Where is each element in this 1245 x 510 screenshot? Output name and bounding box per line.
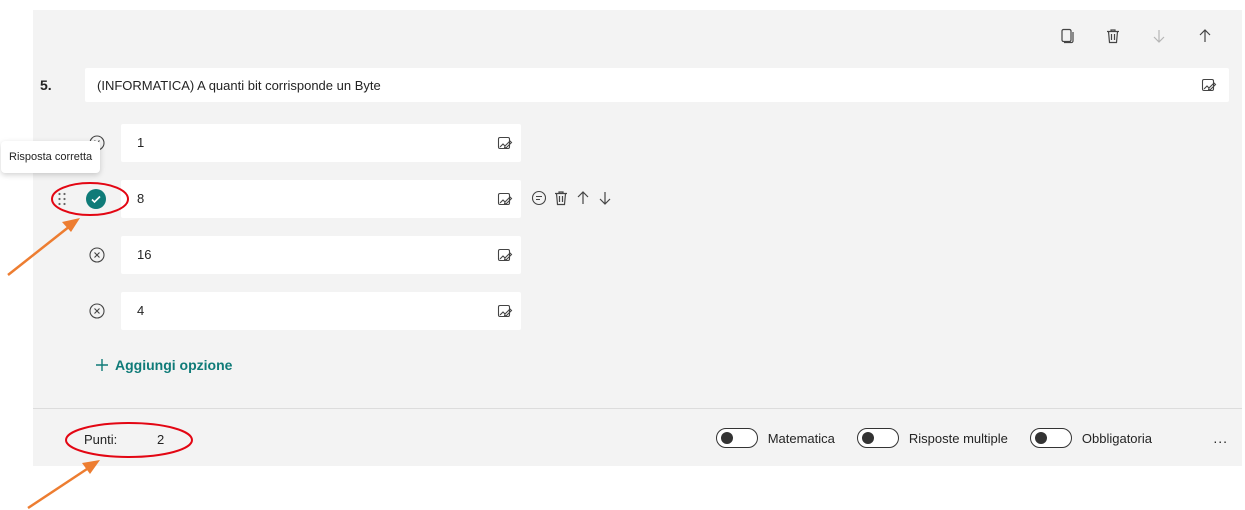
arrow-up-icon[interactable] [575,190,591,206]
option-input[interactable]: 16 [121,236,521,274]
option-input[interactable]: 1 [121,124,521,162]
question-card: 5. (INFORMATICA) A quanti bit corrispond… [1,10,1242,466]
toggle-knob [861,432,874,444]
points-input[interactable]: 2 [157,432,164,447]
required-label: Obbligatoria [1081,430,1152,446]
trash-icon [1107,29,1119,44]
insert-media-icon[interactable] [497,247,513,263]
move-down-button[interactable] [1144,24,1174,48]
insert-media-icon[interactable] [1201,77,1217,93]
delete-question-button[interactable] [1098,24,1128,48]
move-up-button[interactable] [1190,24,1220,48]
arrow-down-icon[interactable] [597,190,613,206]
insert-media-icon[interactable] [497,135,513,151]
correct-answer-toggle[interactable] [86,189,106,209]
option-text: 8 [137,191,145,206]
footer-divider [33,408,1242,409]
option-row: 4 [33,292,733,330]
incorrect-mark-icon[interactable] [89,303,105,319]
arrow-up-icon [1199,29,1211,42]
more-options-button[interactable]: ... [1213,430,1228,446]
question-text[interactable]: (INFORMATICA) A quanti bit corrisponde u… [85,78,381,93]
math-toggle[interactable] [715,428,758,448]
add-option-label: Aggiungi opzione [115,357,233,373]
annotation-arrow-points [27,460,100,510]
arrow-down-icon [1153,30,1165,43]
question-settings: Matematica Risposte multiple Obbligatori… [715,428,1164,448]
correct-answer-tooltip: Risposta corretta [1,141,101,173]
comment-icon[interactable] [531,190,547,206]
option-row-correct: Risposta corretta 8 [1,141,733,218]
incorrect-mark-icon[interactable] [89,247,105,263]
option-text: 1 [137,135,145,150]
option-row: 16 [33,236,733,274]
option-input[interactable]: 8 [121,180,521,218]
math-toggle-label: Matematica [767,430,835,446]
option-row: 1 [33,124,733,162]
multiple-answers-label: Risposte multiple [908,430,1008,446]
add-option-button[interactable]: Aggiungi opzione [95,357,232,373]
insert-media-icon[interactable] [497,303,513,319]
copy-icon [1061,28,1074,44]
question-number: 5. [40,77,52,93]
toggle-knob [1034,432,1047,444]
checkmark-icon [91,195,101,204]
drag-handle-icon[interactable] [57,192,67,206]
copy-question-button[interactable] [1052,24,1082,48]
option-text: 16 [137,247,152,262]
question-title-field[interactable]: 5. (INFORMATICA) A quanti bit corrispond… [40,68,1229,102]
question-footer: Punti: 2 Matematica Risposte multiple Ob… [33,412,1242,466]
option-actions [531,190,613,206]
toggle-knob [720,432,733,444]
trash-icon[interactable] [553,190,569,206]
points-label: Punti: [84,432,118,447]
plus-icon [96,359,108,371]
multiple-answers-toggle[interactable] [856,428,899,448]
option-text: 4 [137,303,145,318]
option-input[interactable]: 4 [121,292,521,330]
question-toolbar [1052,24,1220,48]
insert-media-icon[interactable] [497,191,513,207]
required-toggle[interactable] [1029,428,1072,448]
